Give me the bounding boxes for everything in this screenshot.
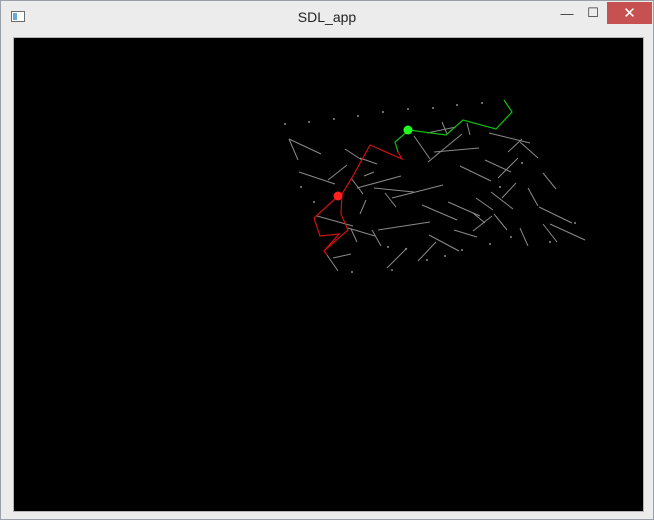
maze-node <box>481 102 483 104</box>
maze-wall-segment <box>356 175 402 189</box>
maze-wall-segment <box>519 227 529 247</box>
maze-wall-segment <box>542 172 557 190</box>
maze-node <box>333 118 335 120</box>
maze-node <box>308 121 310 123</box>
title-bar[interactable]: SDL_app — ☐ ✕ <box>1 1 653 33</box>
maze-node <box>426 259 428 261</box>
maze-node <box>284 123 286 125</box>
maze-node <box>444 255 446 257</box>
maze-wall-segment <box>490 191 514 210</box>
maze-wall-segment <box>413 135 431 160</box>
maze-node <box>382 111 384 113</box>
maze-wall-segment <box>373 187 415 193</box>
maze-wall-segment <box>421 204 458 221</box>
maze-node <box>313 201 315 203</box>
maze-wall-segment <box>475 197 494 211</box>
maze-wall-segment <box>501 182 517 199</box>
red-agent <box>333 191 343 201</box>
maze-wall-segment <box>384 192 397 208</box>
maze-wall-segment <box>497 157 519 179</box>
maze-node <box>432 107 434 109</box>
maze-wall-segment <box>288 138 322 155</box>
app-window: SDL_app — ☐ ✕ <box>0 0 654 520</box>
maze-canvas <box>284 99 586 273</box>
maze-wall-segment <box>493 213 508 231</box>
maze-wall-segment <box>391 184 444 199</box>
maze-wall-segment <box>386 247 408 269</box>
maze-wall-segment <box>350 228 358 243</box>
maze-wall-segment <box>527 187 539 207</box>
maze-node <box>574 222 576 224</box>
maze-wall-segment <box>472 212 486 224</box>
minimize-icon: — <box>560 5 574 21</box>
render-area[interactable] <box>13 37 644 512</box>
maze-wall-segment <box>549 223 586 241</box>
maze-wall-segment <box>371 229 382 247</box>
maze-wall-segment <box>488 132 531 144</box>
green-agent-path <box>394 99 513 153</box>
maze-node <box>357 115 359 117</box>
maze-wall-segment <box>350 177 364 195</box>
maze-node <box>549 241 551 243</box>
maze-wall-segment <box>363 171 375 177</box>
maze-wall-segment <box>472 215 493 232</box>
maze-wall-segment <box>298 171 336 185</box>
red-agent-path-branch <box>313 197 341 252</box>
maze-node <box>510 236 512 238</box>
maze-wall-segment <box>316 215 354 227</box>
maze-wall-segment <box>538 206 573 224</box>
maze-node <box>461 249 463 251</box>
maze-wall-segment <box>459 165 492 182</box>
maze-wall-segment <box>519 141 539 159</box>
maze-wall-segment <box>441 121 448 135</box>
maze-node <box>499 186 501 188</box>
minimize-button[interactable]: — <box>554 2 580 24</box>
maze-node <box>391 269 393 271</box>
maze-wall-segment <box>447 201 481 217</box>
close-icon: ✕ <box>623 5 636 22</box>
maze-wall-segment <box>332 253 352 259</box>
maze-wall-segment <box>344 148 363 161</box>
maze-wall-segment <box>417 241 437 262</box>
maximize-button[interactable]: ☐ <box>580 2 606 24</box>
maze-node <box>521 162 523 164</box>
maze-wall-segment <box>427 133 463 163</box>
maze-wall-segment <box>428 234 460 252</box>
maze-node <box>300 186 302 188</box>
maze-node <box>456 104 458 106</box>
maze-node <box>351 271 353 273</box>
maze-wall-segment <box>507 138 523 153</box>
maze-walls <box>288 121 586 272</box>
maze-wall-segment <box>359 199 367 215</box>
maze-wall-segment <box>466 122 471 136</box>
maze-wall-segment <box>484 159 512 173</box>
maze-wall-segment <box>327 164 348 181</box>
maximize-icon: ☐ <box>587 5 599 20</box>
maze-wall-segment <box>377 221 431 231</box>
maze-node <box>407 108 409 110</box>
close-button[interactable]: ✕ <box>607 2 652 24</box>
maze-node <box>387 246 389 248</box>
green-agent <box>403 125 413 135</box>
maze-node <box>489 243 491 245</box>
